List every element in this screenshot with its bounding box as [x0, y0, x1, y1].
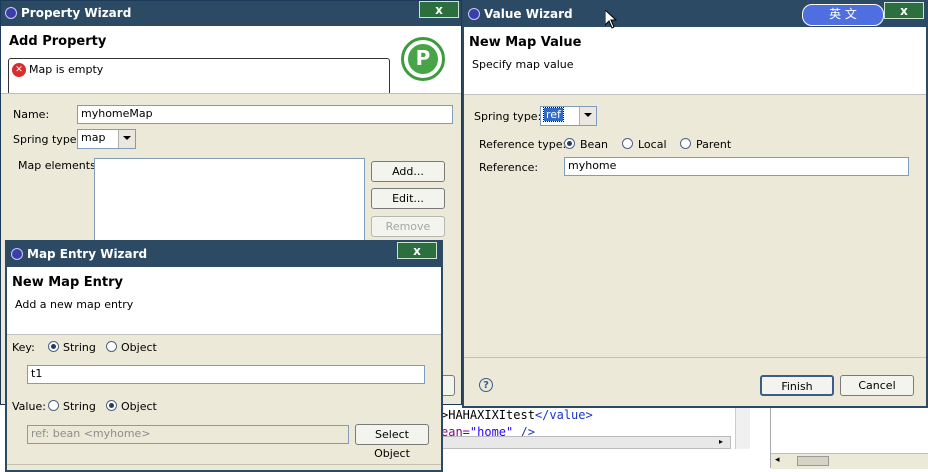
edit-button[interactable]: Edit...: [371, 188, 445, 209]
property-spring-type-select[interactable]: map: [77, 129, 136, 149]
property-spring-type-label: Spring type:: [13, 133, 81, 146]
key-string-label[interactable]: String: [63, 341, 96, 354]
wizard-logo-icon: P: [401, 37, 445, 81]
editor-area: >HAHAXIXItest</value> ean="home" /> ▸: [440, 405, 771, 468]
value-wizard-dialog: Value Wizard 英 文 x New Map Value Specify…: [462, 0, 928, 408]
add-button[interactable]: Add...: [371, 161, 445, 182]
property-wizard-close-button[interactable]: x: [419, 1, 459, 18]
map-entry-wizard-header: New Map Entry Add a new map entry: [7, 267, 441, 335]
value-text-field: ref: bean <myhome>: [27, 425, 349, 444]
ime-text: 英 文: [829, 7, 857, 21]
editor-horizontal-scrollbar[interactable]: [441, 436, 731, 449]
key-object-label[interactable]: Object: [121, 341, 157, 354]
reference-type-parent-label[interactable]: Parent: [696, 138, 731, 151]
property-wizard-title: Property Wizard: [21, 6, 132, 20]
value-label: Value:: [12, 400, 46, 413]
finish-button[interactable]: Finish: [760, 375, 834, 396]
right-panel-scrollbar[interactable]: ◂: [771, 453, 928, 469]
mouse-cursor-icon: [604, 8, 618, 32]
value-spring-type-value: ref: [543, 107, 564, 122]
cancel-button[interactable]: Cancel: [840, 375, 914, 396]
value-wizard-subheading: Specify map value: [472, 58, 574, 71]
value-wizard-close-button[interactable]: x: [884, 2, 924, 19]
logo-letter: P: [415, 46, 431, 70]
map-elements-list[interactable]: [94, 158, 365, 248]
error-message: Map is empty: [29, 63, 104, 76]
value-wizard-title: Value Wizard: [484, 7, 573, 21]
editor-scroll-arrow[interactable]: ▸: [719, 437, 729, 447]
value-spring-type-select[interactable]: ref: [540, 106, 597, 126]
reference-input[interactable]: myhome: [564, 157, 909, 176]
reference-label: Reference:: [479, 161, 539, 174]
ime-indicator[interactable]: 英 文: [802, 4, 884, 26]
name-label: Name:: [13, 108, 50, 121]
help-icon[interactable]: ?: [479, 378, 493, 392]
value-string-radio[interactable]: [48, 400, 59, 411]
property-wizard-titlebar[interactable]: Property Wizard: [1, 1, 461, 26]
error-icon: ✕: [12, 63, 26, 77]
key-string-radio[interactable]: [48, 341, 59, 352]
map-entry-wizard-titlebar[interactable]: Map Entry Wizard: [7, 242, 441, 267]
eclipse-icon: [468, 8, 480, 20]
map-entry-footer-separator: [7, 464, 441, 465]
map-entry-wizard-close-button[interactable]: x: [397, 242, 437, 259]
value-spring-type-label: Spring type:: [474, 110, 542, 123]
remove-button[interactable]: Remove: [371, 216, 445, 237]
reference-type-label: Reference type:: [479, 138, 567, 151]
property-spring-type-value: map: [81, 131, 106, 144]
editor-vertical-scrollbar[interactable]: [735, 405, 750, 449]
property-wizard-heading: Add Property: [9, 34, 107, 49]
right-background-panel: ◂: [770, 405, 928, 469]
select-object-button[interactable]: Select Object: [355, 424, 429, 460]
eclipse-icon: [5, 7, 17, 19]
reference-type-parent-radio[interactable]: [680, 138, 691, 149]
value-wizard-header: New Map Value Specify map value: [464, 27, 926, 95]
map-entry-wizard-subheading: Add a new map entry: [15, 298, 134, 311]
value-object-radio[interactable]: [106, 400, 117, 411]
map-entry-wizard-dialog: Map Entry Wizard x New Map Entry Add a n…: [5, 240, 443, 472]
map-elements-label: Map elements:: [18, 159, 100, 172]
map-entry-wizard-heading: New Map Entry: [12, 275, 124, 290]
chevron-down-icon[interactable]: [118, 130, 135, 148]
value-wizard-heading: New Map Value: [469, 35, 582, 50]
property-wizard-header: Add Property ✕ Map is empty P: [1, 26, 461, 94]
scroll-thumb[interactable]: [797, 456, 829, 466]
value-string-label[interactable]: String: [63, 400, 96, 413]
reference-type-bean-radio[interactable]: [564, 138, 575, 149]
map-entry-wizard-title: Map Entry Wizard: [27, 247, 148, 261]
scroll-left-arrow[interactable]: ◂: [775, 455, 780, 465]
editor-line-1: >HAHAXIXItest</value>: [441, 408, 593, 422]
key-input[interactable]: t1: [27, 365, 425, 384]
value-wizard-footer-separator: [464, 357, 926, 358]
error-box: ✕ Map is empty: [8, 58, 390, 93]
reference-type-local-radio[interactable]: [622, 138, 633, 149]
key-label: Key:: [12, 341, 35, 354]
reference-type-bean-label[interactable]: Bean: [580, 138, 608, 151]
reference-type-local-label[interactable]: Local: [638, 138, 667, 151]
chevron-down-icon[interactable]: [579, 107, 596, 125]
name-input[interactable]: myhomeMap: [77, 105, 453, 124]
eclipse-icon: [11, 248, 23, 260]
value-object-label[interactable]: Object: [121, 400, 157, 413]
key-object-radio[interactable]: [106, 341, 117, 352]
